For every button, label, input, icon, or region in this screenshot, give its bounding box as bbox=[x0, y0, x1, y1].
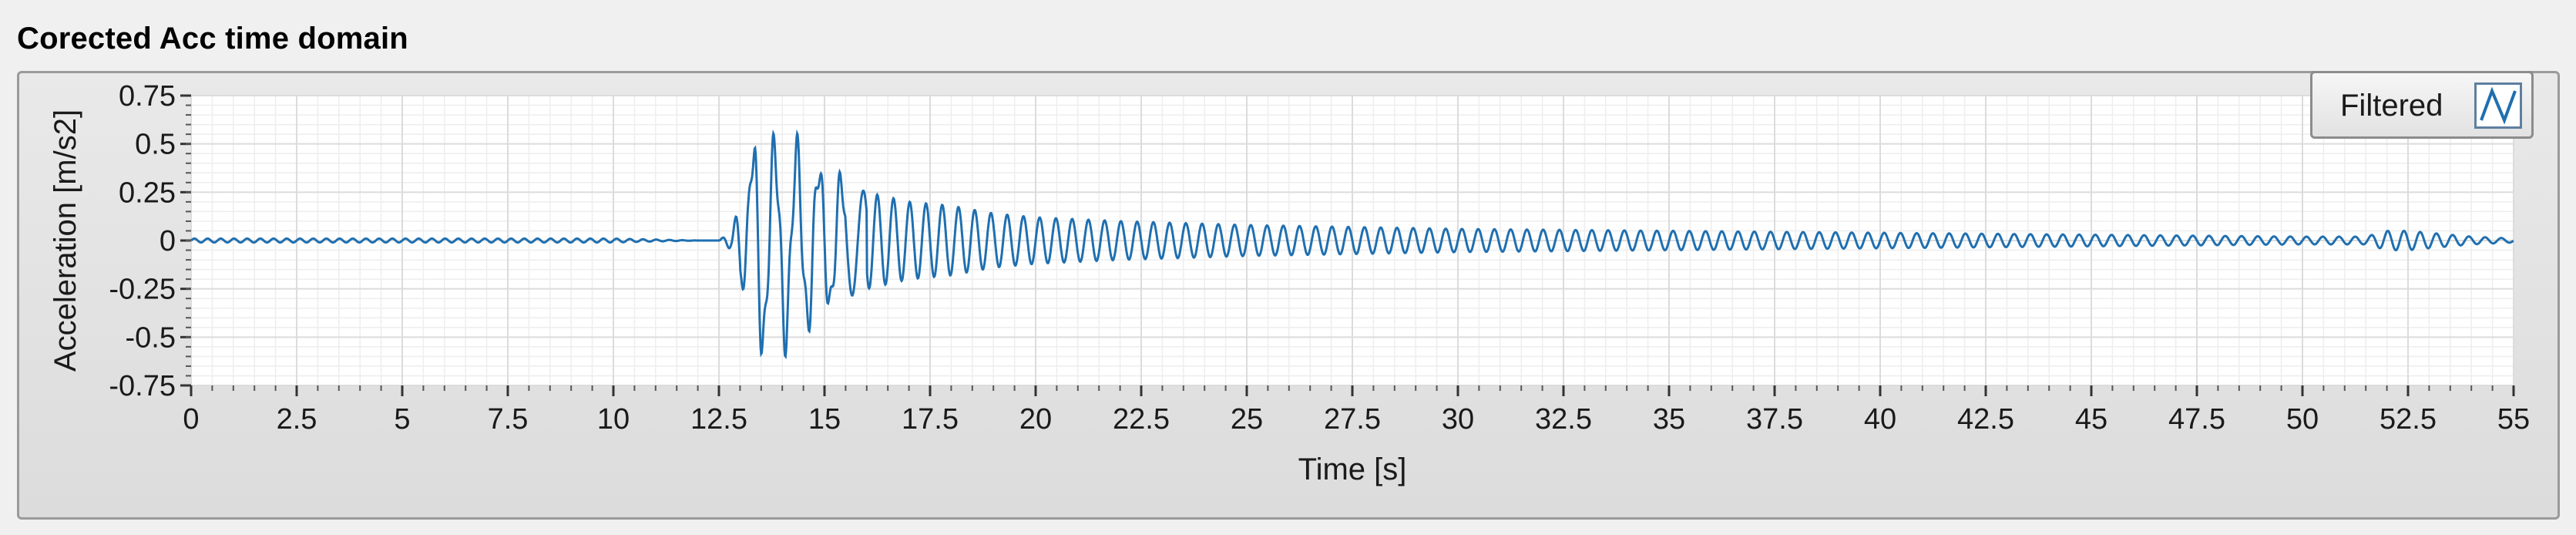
x-tick-label: 22.5 bbox=[1113, 403, 1170, 436]
x-tick-label: 10 bbox=[597, 403, 630, 436]
line-plot-legend-icon[interactable] bbox=[2474, 82, 2522, 129]
x-tick-label: 40 bbox=[1864, 403, 1896, 436]
graph-panel: Corected Acc time domain 0 2.5 5 7.5 10 12.5 1… bbox=[0, 0, 2576, 535]
x-tick-label: 5 bbox=[394, 403, 410, 436]
x-tick-label: 2.5 bbox=[277, 403, 317, 436]
x-tick-label: 45 bbox=[2075, 403, 2107, 436]
x-tick-label: 37.5 bbox=[1746, 403, 1803, 436]
y-tick-label: -0.25 bbox=[109, 274, 176, 306]
y-tick-label: -0.5 bbox=[126, 321, 176, 354]
x-tick-label: 0 bbox=[183, 403, 199, 436]
x-tick-label: 52.5 bbox=[2380, 403, 2437, 436]
x-axis-title: Time [s] bbox=[1298, 453, 1407, 486]
x-tick-label: 55 bbox=[2497, 403, 2530, 436]
x-tick-label: 50 bbox=[2286, 403, 2319, 436]
y-tick-label: 0.25 bbox=[119, 177, 176, 209]
x-tick-label: 7.5 bbox=[488, 403, 529, 436]
x-tick-label: 47.5 bbox=[2168, 403, 2225, 436]
x-tick-label: 12.5 bbox=[690, 403, 747, 436]
x-tick-label: 32.5 bbox=[1535, 403, 1592, 436]
y-axis-title: Acceleration [m/s2] bbox=[49, 109, 82, 372]
x-tick-label: 17.5 bbox=[902, 403, 959, 436]
y-tick-label: 0.5 bbox=[135, 129, 176, 161]
x-tick-label: 35 bbox=[1653, 403, 1685, 436]
x-tick-label: 15 bbox=[808, 403, 841, 436]
plot-legend[interactable]: Filtered bbox=[2310, 71, 2534, 139]
acceleration-chart: 0 2.5 5 7.5 10 12.5 15 17.5 20 22.5 25 27.5 30 32.5 35… bbox=[49, 80, 2530, 486]
x-tick-label: 20 bbox=[1019, 403, 1052, 436]
legend-label: Filtered bbox=[2340, 89, 2443, 123]
y-tick-label: 0 bbox=[160, 225, 176, 257]
x-tick-label: 27.5 bbox=[1324, 403, 1381, 436]
x-tick-label: 25 bbox=[1231, 403, 1263, 436]
x-tick-label: 30 bbox=[1442, 403, 1474, 436]
y-tick-label: 0.75 bbox=[119, 80, 176, 113]
y-tick-label: -0.75 bbox=[109, 370, 176, 402]
x-tick-label: 42.5 bbox=[1957, 403, 2014, 436]
